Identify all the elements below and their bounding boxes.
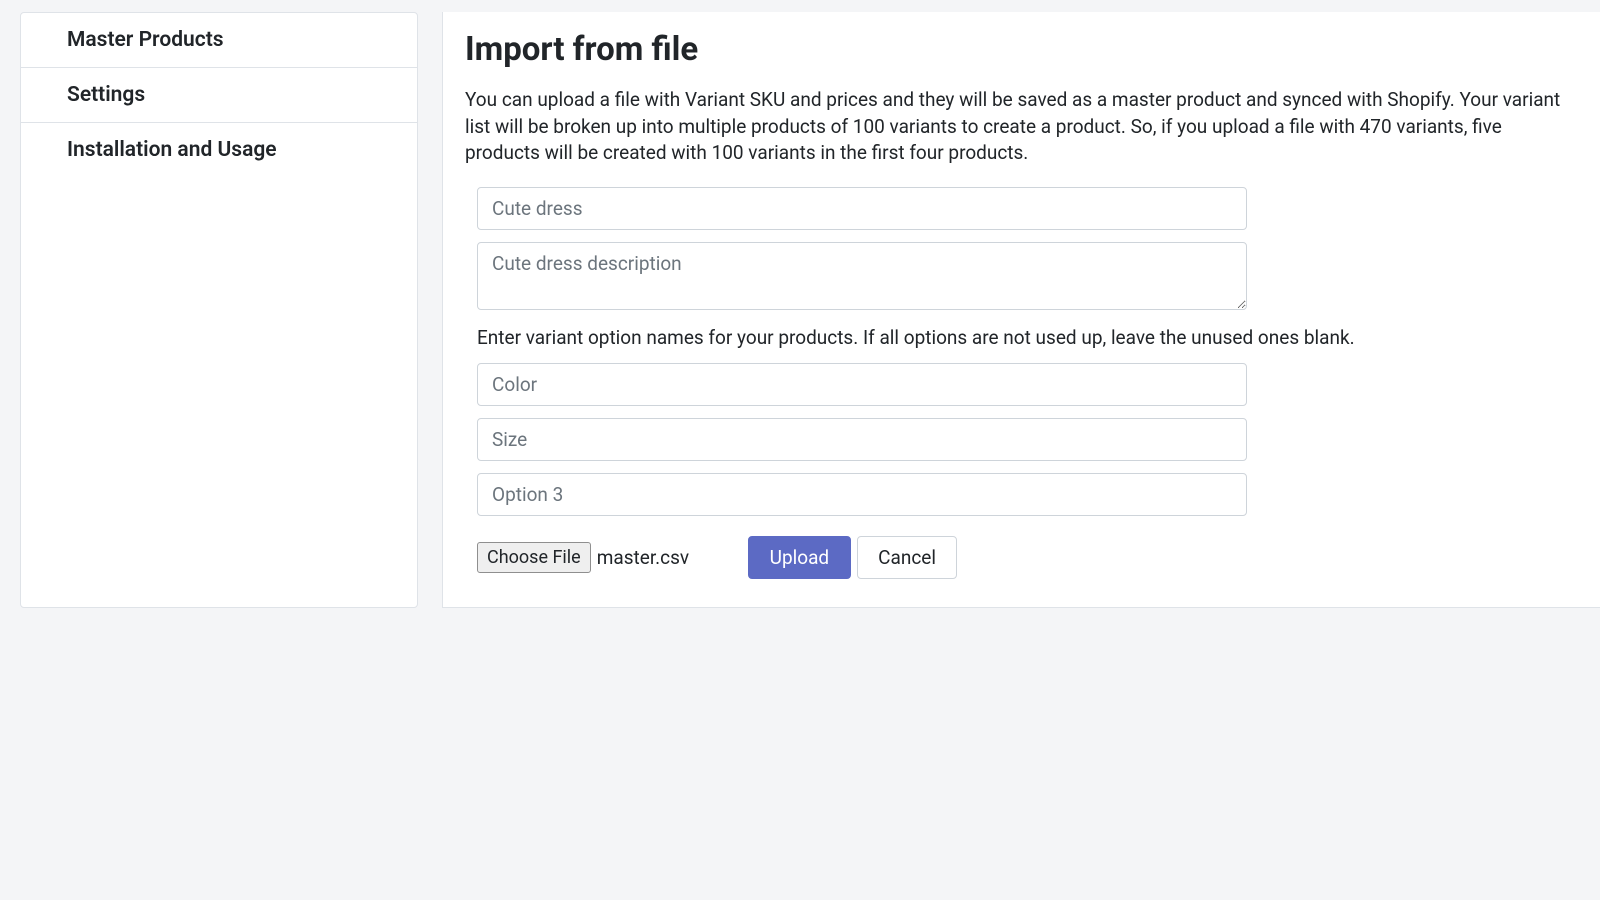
choose-file-button[interactable]: Choose File [477,542,591,573]
product-name-input[interactable] [477,187,1247,230]
file-picker-group: Choose File master.csv [477,542,689,573]
cancel-button[interactable]: Cancel [857,536,957,579]
submit-button-group: Upload Cancel [748,536,957,579]
upload-button[interactable]: Upload [748,536,852,579]
selected-file-name: master.csv [597,546,689,569]
sidebar-item-settings[interactable]: Settings [21,68,417,123]
page-description: You can upload a file with Variant SKU a… [465,87,1578,167]
sidebar-item-label: Master Products [67,28,224,52]
option3-input[interactable] [477,473,1247,516]
sidebar-nav: Master Products Settings Installation an… [20,12,418,608]
sidebar-item-label: Installation and Usage [67,138,277,162]
app-layout: Master Products Settings Installation an… [0,0,1600,608]
sidebar-item-label: Settings [67,83,145,107]
product-description-input[interactable]: Cute dress description [477,242,1247,310]
option-helper-text: Enter variant option names for your prod… [477,326,1578,349]
option2-input[interactable] [477,418,1247,461]
import-form: Cute dress description Enter variant opt… [465,187,1578,579]
main-panel: Import from file You can upload a file w… [442,12,1600,608]
sidebar-item-master-products[interactable]: Master Products [21,13,417,68]
action-row: Choose File master.csv Upload Cancel [477,536,1247,579]
sidebar-item-installation-usage[interactable]: Installation and Usage [21,123,417,177]
page-title: Import from file [465,30,1578,69]
option1-input[interactable] [477,363,1247,406]
